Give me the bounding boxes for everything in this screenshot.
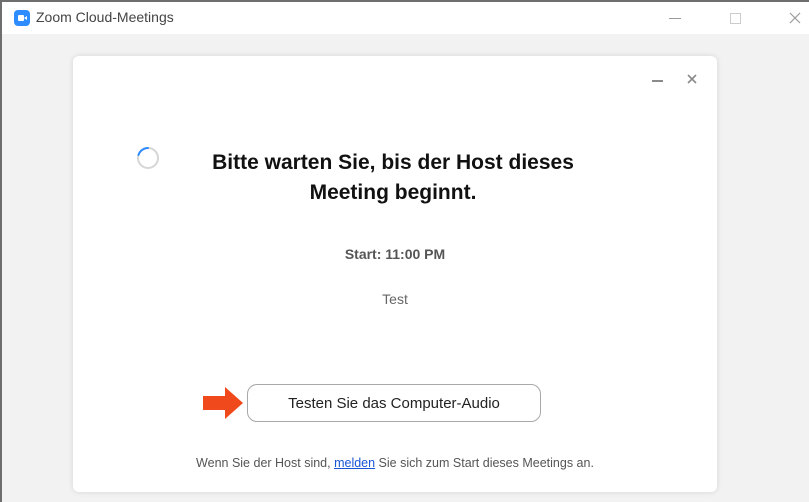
waiting-message: Bitte warten Sie, bis der Host dieses Me…	[212, 151, 574, 204]
close-icon	[789, 12, 801, 24]
footer-prefix: Wenn Sie der Host sind,	[196, 456, 335, 470]
close-icon	[687, 74, 697, 84]
host-login-link[interactable]: melden	[334, 456, 375, 470]
meeting-topic: Test	[382, 291, 408, 307]
window-title: Zoom Cloud-Meetings	[36, 9, 174, 25]
red-arrow-icon	[203, 387, 243, 419]
start-time: Start: 11:00 PM	[344, 246, 446, 262]
minimize-window-button[interactable]	[660, 6, 690, 30]
zoom-window: Zoom Cloud-Meetings Bitte warten Sie, bi…	[0, 0, 809, 502]
zoom-camera-icon	[14, 10, 30, 26]
title-bar[interactable]: Zoom Cloud-Meetings	[2, 2, 809, 34]
test-computer-audio-button[interactable]: Testen Sie das Computer-Audio	[247, 384, 541, 422]
footer-suffix: Sie sich zum Start dieses Meetings an.	[375, 456, 594, 470]
close-window-button[interactable]	[780, 6, 809, 30]
maximize-window-button[interactable]	[720, 6, 750, 30]
panel-close-button[interactable]	[685, 72, 699, 86]
loading-spinner-icon	[137, 147, 159, 169]
host-login-footer: Wenn Sie der Host sind, melden Sie sich …	[73, 456, 717, 470]
panel-minimize-button[interactable]	[651, 74, 665, 88]
waiting-room-panel: Bitte warten Sie, bis der Host dieses Me…	[73, 56, 717, 492]
